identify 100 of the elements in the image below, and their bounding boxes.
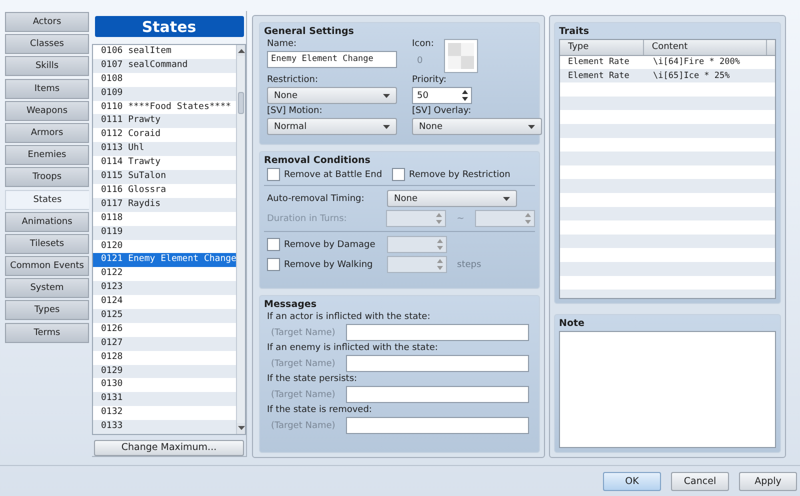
message-field[interactable] — [346, 324, 529, 341]
list-item[interactable]: 0121 Enemy Element Change — [93, 253, 236, 268]
group-title: General Settings — [264, 26, 355, 37]
spinner-arrows-icon — [462, 90, 468, 101]
number-field[interactable]: 50 — [412, 87, 472, 104]
list-item[interactable]: 0109 — [93, 86, 236, 101]
sidebar-tab[interactable]: Actors — [5, 12, 89, 32]
table-cell-text: \i[65]Ice * 25% — [652, 70, 731, 83]
dropdown[interactable]: None — [387, 190, 517, 207]
field-label: Restriction: — [267, 75, 320, 85]
sidebar-tab[interactable]: Troops — [5, 167, 89, 188]
caret-icon — [383, 94, 390, 98]
field-label: If an enemy is inflicted with the state: — [266, 343, 439, 353]
checkbox-label: Remove at Battle End — [284, 170, 382, 180]
table-cell-text: \i[64]Fire * 200% — [652, 56, 741, 69]
target-name-label: (Target Name) — [271, 358, 336, 370]
sidebar-tab[interactable]: Enemies — [5, 145, 89, 166]
number-field[interactable] — [387, 236, 447, 253]
sidebar-tab[interactable]: States — [5, 190, 89, 210]
message-field[interactable] — [346, 417, 529, 434]
list-item[interactable]: 0131 — [93, 392, 236, 406]
caret-icon — [528, 124, 535, 128]
list-item[interactable]: 0133 — [93, 420, 236, 434]
sidebar-tab[interactable]: Terms — [5, 322, 89, 343]
target-name-label: (Target Name) — [271, 388, 336, 400]
table-cell-text: Element Rate — [567, 56, 630, 69]
sidebar-tab[interactable]: Items — [5, 78, 89, 99]
scroll-thumb[interactable] — [238, 92, 244, 114]
message-field[interactable] — [346, 355, 529, 372]
scroll-down-icon — [238, 426, 245, 430]
spinner-arrows-icon — [436, 213, 442, 224]
list-item[interactable]: 0113 Uhl — [93, 142, 236, 156]
unit-label: steps — [457, 260, 482, 270]
sidebar-tab[interactable]: System — [5, 278, 89, 298]
sidebar-tab[interactable]: Armors — [5, 122, 89, 143]
field-label: Auto-removal Timing: — [267, 194, 366, 204]
change-maximum-button[interactable]: Change Maximum... — [94, 440, 244, 456]
field-label: If the state persists: — [266, 374, 358, 384]
sidebar-tab[interactable]: Classes — [5, 34, 89, 54]
field-label: Duration in Turns: — [267, 214, 348, 224]
list-item[interactable]: 0117 Raydis — [93, 198, 236, 212]
list-item[interactable]: 0123 — [93, 281, 236, 296]
checkbox[interactable] — [267, 238, 280, 251]
list-item[interactable]: 0125 — [93, 308, 236, 323]
message-field[interactable] — [346, 386, 529, 403]
list-item[interactable]: 0119 — [93, 226, 236, 240]
sidebar-tab[interactable]: Types — [5, 300, 89, 320]
number-field[interactable] — [386, 210, 446, 227]
dialog-button[interactable]: Apply — [739, 472, 797, 491]
column-header[interactable]: Content — [644, 40, 767, 55]
spinner-arrows-icon — [524, 213, 531, 224]
sidebar-tab[interactable]: Common Events — [5, 256, 89, 276]
group-title: Removal Conditions — [264, 155, 372, 166]
field-label: If an actor is inflicted with the state: — [266, 312, 432, 322]
spinner-arrows-icon — [437, 239, 443, 250]
field-label: Icon: — [412, 39, 434, 49]
list-item[interactable]: 0107 sealCommand — [93, 58, 236, 73]
table-cell-text: Element Rate — [567, 70, 630, 83]
dialog-button[interactable]: Cancel — [671, 472, 729, 491]
list-item[interactable]: 0110 ****Food States**** — [93, 100, 236, 114]
checkbox-label: Remove by Walking — [284, 260, 373, 270]
list-title: States — [94, 16, 244, 38]
list-item[interactable]: 0128 — [93, 350, 236, 365]
scroll-up-icon — [238, 48, 245, 53]
list-item[interactable]: 0120 — [93, 240, 236, 254]
icon-index: 0 — [416, 56, 424, 66]
dropdown[interactable]: None — [412, 118, 542, 135]
field-label: Priority: — [412, 75, 448, 85]
list-item[interactable]: 0130 — [93, 378, 236, 392]
dropdown[interactable]: Normal — [267, 118, 397, 135]
list-item[interactable]: 0118 — [93, 212, 236, 226]
field-label: [SV] Motion: — [267, 106, 324, 116]
sidebar-tab[interactable]: Tilesets — [5, 234, 89, 254]
note-field[interactable] — [559, 331, 776, 448]
list-item[interactable]: 0127 — [93, 336, 236, 351]
list-item[interactable]: 0115 SuTalon — [93, 170, 236, 184]
group-title: Note — [559, 318, 586, 329]
list-item[interactable]: 0111 Prawty — [93, 114, 236, 128]
number-field[interactable] — [387, 256, 447, 273]
group-title: Traits — [559, 26, 590, 37]
number-field[interactable] — [475, 210, 535, 227]
sidebar-tab[interactable]: Weapons — [5, 100, 89, 121]
checkbox[interactable] — [267, 168, 280, 181]
column-header[interactable]: Type — [560, 40, 644, 55]
icon-preview — [444, 39, 478, 73]
checkbox-label: Remove by Damage — [284, 240, 376, 250]
sidebar-tab[interactable]: Animations — [5, 212, 89, 232]
name-field[interactable]: Enemy Element Change — [267, 51, 397, 68]
field-label: If the state is removed: — [266, 405, 373, 415]
field-label: [SV] Overlay: — [412, 106, 472, 116]
checkbox[interactable] — [392, 168, 406, 181]
caret-icon — [383, 124, 390, 128]
list-item[interactable]: 0129 — [93, 364, 236, 378]
scrollbar[interactable] — [236, 45, 245, 434]
checkbox-label: Remove by Restriction — [409, 170, 510, 180]
dropdown[interactable]: None — [267, 87, 397, 104]
checkbox[interactable] — [267, 258, 280, 271]
sidebar-tab[interactable]: Skills — [5, 56, 89, 76]
group-title: Messages — [264, 299, 318, 310]
dialog-button[interactable]: OK — [603, 472, 661, 491]
